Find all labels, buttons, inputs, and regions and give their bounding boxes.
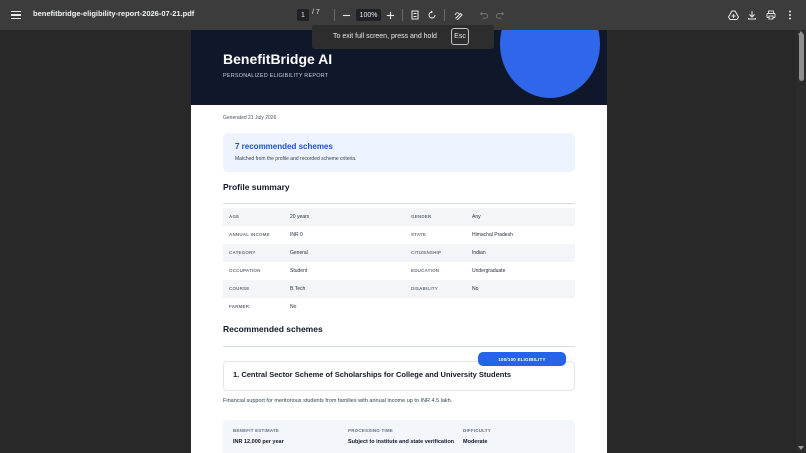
scheme-details: BENEFIT ESTIMATE INR 12,000 per year PRO… <box>223 420 575 453</box>
summary-subtitle: Matched from the profile and recorded sc… <box>235 156 357 162</box>
eligibility-badge: 100/100 ELIGIBILITY <box>478 352 566 366</box>
profile-label: STATE <box>411 232 427 237</box>
profile-row: FARMER No <box>223 298 575 316</box>
rotate-icon[interactable] <box>425 8 439 22</box>
profile-label: FARMER <box>229 304 250 309</box>
tooltip-text: To exit full screen, press and hold <box>333 33 437 40</box>
profile-row: CATEGORY General CITIZENSHIP Indian <box>223 244 575 262</box>
profile-row: ANNUAL INCOME INR 0 STATE Himachal Pradesh <box>223 226 575 244</box>
profile-value: Any <box>472 214 481 220</box>
toolbar-divider <box>444 9 445 21</box>
profile-value: Indian <box>472 250 486 256</box>
pdf-page: BenefitBridge AI PERSONALIZED ELIGIBILIT… <box>191 30 607 453</box>
profile-row: COURSE B.Tech DISABILITY No <box>223 280 575 298</box>
profile-row: OCCUPATION Student EDUCATION Undergraduate <box>223 262 575 280</box>
profile-table: AGE 20 years GENDER Any ANNUAL INCOME INR 0 ST… <box>223 208 575 316</box>
zoom-level-input[interactable]: 100% <box>356 9 381 21</box>
menu-icon[interactable] <box>9 8 23 22</box>
profile-value: Undergraduate <box>472 268 506 274</box>
profile-value: B.Tech <box>290 286 306 292</box>
toolbar-divider <box>402 9 403 21</box>
redo-icon[interactable] <box>493 8 507 22</box>
scroll-down-arrow-icon[interactable] <box>798 446 804 450</box>
fit-page-icon[interactable] <box>408 8 422 22</box>
page-number-input[interactable]: 1 <box>297 9 309 21</box>
difficulty-label: DIFFICULTY <box>463 428 491 433</box>
profile-value: General <box>290 250 308 256</box>
profile-label: CATEGORY <box>229 250 256 255</box>
profile-row: AGE 20 years GENDER Any <box>223 208 575 226</box>
scrollbar-thumb[interactable] <box>799 33 804 81</box>
page-total: / 7 <box>312 9 320 16</box>
undo-icon[interactable] <box>476 8 490 22</box>
profile-label: AGE <box>229 214 240 219</box>
scheme-title: 1. Central Sector Scheme of Scholarships… <box>233 370 511 379</box>
profile-value: No <box>472 286 479 292</box>
profile-label: DISABILITY <box>411 286 439 291</box>
decorative-circle <box>500 30 600 98</box>
divider <box>223 346 575 347</box>
document-title: benefitbridge-eligibility-report-2026-07… <box>33 9 195 18</box>
summary-callout: 7 recommended schemes Matched from the p… <box>223 133 575 172</box>
processing-label: PROCESSING TIME <box>348 428 394 433</box>
fullscreen-exit-tooltip: To exit full screen, press and hold Esc <box>312 25 494 49</box>
processing-value: Subject to institute and state verificat… <box>348 439 455 445</box>
brand-title: BenefitBridge AI <box>223 51 333 67</box>
profile-label: EDUCATION <box>411 268 440 273</box>
summary-title: 7 recommended schemes <box>235 142 333 151</box>
profile-value: 20 years <box>290 214 310 220</box>
profile-label: COURSE <box>229 286 250 291</box>
profile-value: Student <box>290 268 308 274</box>
download-icon[interactable] <box>745 8 759 22</box>
scheme-description: Financial support for meritorious studen… <box>223 398 453 404</box>
profile-label: CITIZENSHIP <box>411 250 442 255</box>
vertical-scrollbar[interactable] <box>796 30 806 453</box>
esc-key-hint: Esc <box>451 28 469 45</box>
report-subtitle: PERSONALIZED ELIGIBILITY REPORT <box>223 73 329 79</box>
drive-icon[interactable] <box>726 8 740 22</box>
print-icon[interactable] <box>764 8 778 22</box>
benefit-label: BENEFIT ESTIMATE <box>233 428 280 433</box>
profile-heading: Profile summary <box>223 182 290 192</box>
profile-label: GENDER <box>411 214 432 219</box>
profile-value: INR 0 <box>290 232 303 238</box>
generated-date: Generated 21 July 2026 <box>223 115 277 121</box>
difficulty-value: Moderate <box>463 439 488 445</box>
more-vertical-icon[interactable] <box>783 8 797 22</box>
benefit-value: INR 12,000 per year <box>233 439 284 445</box>
profile-label: OCCUPATION <box>229 268 261 273</box>
profile-label: ANNUAL INCOME <box>229 232 270 237</box>
profile-value: Himachal Pradesh <box>472 232 513 238</box>
toolbar-divider <box>334 9 335 21</box>
draw-icon[interactable] <box>452 8 466 22</box>
recommended-heading: Recommended schemes <box>223 324 323 334</box>
zoom-out-icon[interactable] <box>339 8 353 22</box>
divider <box>223 203 575 204</box>
profile-value: No <box>290 304 297 310</box>
zoom-in-icon[interactable] <box>383 8 397 22</box>
